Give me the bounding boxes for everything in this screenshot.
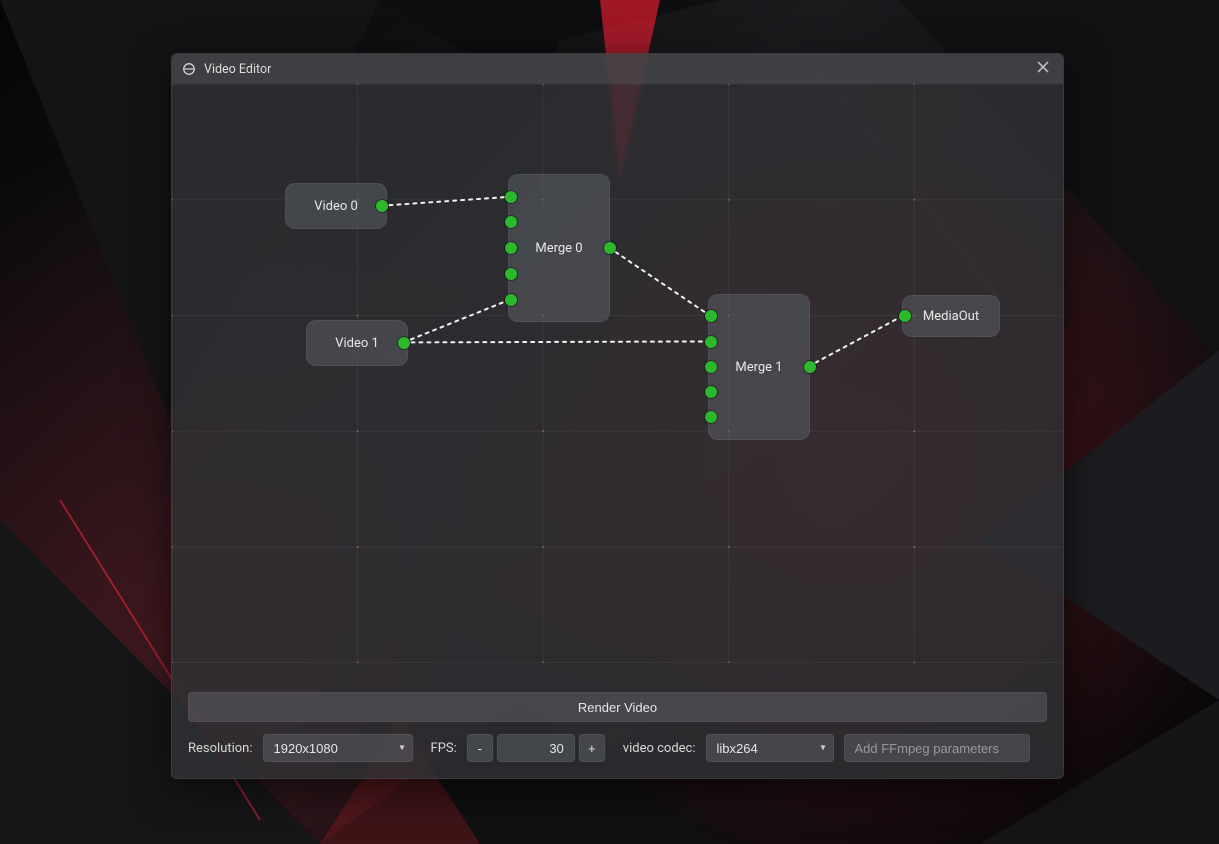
port-merge1-out[interactable] — [804, 361, 816, 373]
resolution-select[interactable]: 1280x7201920x10802560x14403840x2160 — [263, 734, 413, 762]
port-video0-out[interactable] — [376, 200, 388, 212]
render-video-button[interactable]: Render Video — [188, 692, 1047, 722]
titlebar[interactable]: Video Editor — [172, 54, 1063, 84]
port-merge1-in1[interactable] — [705, 336, 717, 348]
resolution-label: Resolution: — [188, 741, 253, 756]
port-merge0-in4[interactable] — [505, 294, 517, 306]
port-merge0-in0[interactable] — [505, 191, 517, 203]
port-merge0-in3[interactable] — [505, 268, 517, 280]
port-merge1-in4[interactable] — [705, 411, 717, 423]
port-merge1-in2[interactable] — [705, 361, 717, 373]
ffmpeg-params-input[interactable] — [844, 734, 1030, 762]
fps-increment-button[interactable]: + — [579, 734, 605, 762]
codec-select[interactable]: libx264libx265vp9av1 — [706, 734, 834, 762]
port-merge0-out[interactable] — [604, 242, 616, 254]
port-merge0-in1[interactable] — [505, 216, 517, 228]
port-mediaout-in[interactable] — [899, 310, 911, 322]
app-icon — [182, 62, 196, 76]
codec-label: video codec: — [623, 741, 696, 756]
port-merge1-in0[interactable] — [705, 310, 717, 322]
toolbar: Render Video Resolution: 1280x7201920x10… — [172, 680, 1063, 778]
port-video1-out[interactable] — [398, 337, 410, 349]
port-merge1-in3[interactable] — [705, 386, 717, 398]
fps-label: FPS: — [431, 741, 457, 756]
close-icon[interactable] — [1033, 57, 1053, 81]
ports-layer — [172, 84, 1063, 680]
fps-input[interactable] — [497, 734, 575, 762]
video-editor-window: Video Editor Video 0Video 1Merge 0Merge … — [171, 53, 1064, 779]
fps-decrement-button[interactable]: - — [467, 734, 493, 762]
node-canvas[interactable]: Video 0Video 1Merge 0Merge 1MediaOut — [172, 84, 1063, 680]
port-merge0-in2[interactable] — [505, 242, 517, 254]
window-title: Video Editor — [204, 62, 271, 77]
